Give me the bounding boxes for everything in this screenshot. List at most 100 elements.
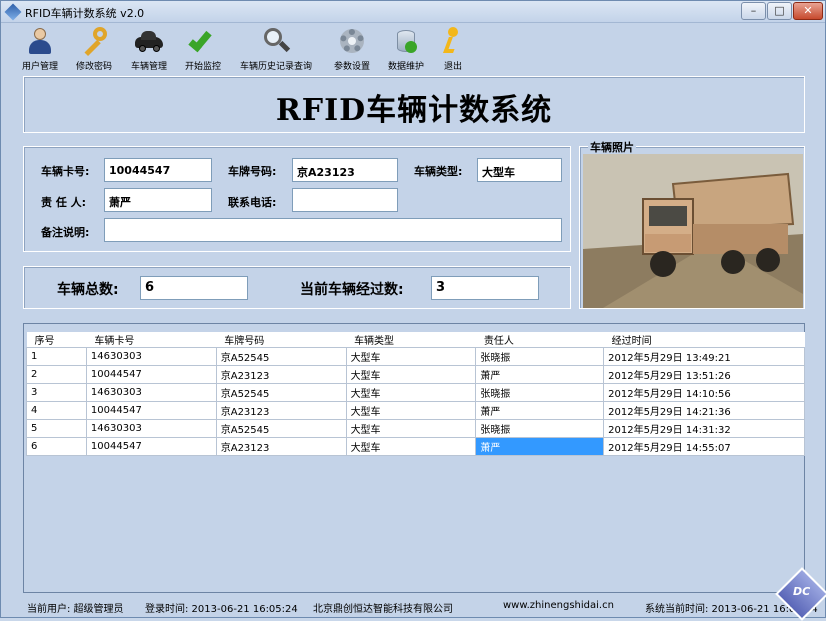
grid-cell[interactable]: 6 [26,437,87,456]
toolbar-label: 开始监控 [184,62,221,72]
table-row[interactable]: 3 14630303 京A52545 大型车 张晓振 2012年5月29日 14… [26,383,805,402]
type-label: 车辆类型: [414,165,463,178]
grid-cell[interactable]: 京A23123 [215,437,347,456]
gear-icon [337,27,367,55]
vehicle-info-panel: 车辆卡号: 10044547 车牌号码: 京A23123 车辆类型: 大型车 责… [23,146,571,252]
card-field[interactable]: 10044547 [104,158,212,182]
grid-cell[interactable]: 大型车 [345,419,477,438]
grid-cell[interactable]: 5 [26,419,87,438]
grid-header[interactable]: 车牌号码 [216,332,347,348]
logo-text: DC [793,585,811,598]
app-icon [4,3,22,21]
grid-header[interactable]: 车辆卡号 [86,332,217,348]
app-window: RFID车辆计数系统 v2.0 – □ ✕ 用户管理 修改密码 车辆管理 开始监… [0,0,826,621]
current-count-field[interactable]: 3 [431,276,539,300]
toolbar-label: 车辆历史记录查询 [239,62,312,72]
grid-cell[interactable]: 萧严 [475,365,605,384]
records-grid: 序号 车辆卡号 车牌号码 车辆类型 责任人 经过时间 1 14630303 京A… [23,323,805,593]
table-row[interactable]: 1 14630303 京A52545 大型车 张晓振 2012年5月29日 13… [26,347,805,366]
records-table: 序号 车辆卡号 车牌号码 车辆类型 责任人 经过时间 1 14630303 京A… [26,332,805,456]
grid-cell[interactable]: 大型车 [345,365,477,384]
grid-cell[interactable]: 14630303 [85,383,217,402]
toolbar-label: 参数设置 [333,62,370,72]
status-website[interactable]: www.zhinengshidai.cn [503,600,614,611]
grid-cell[interactable]: 10044547 [85,365,217,384]
banner-title: RFID车辆计数系统 [275,93,553,128]
toolbar-label: 用户管理 [21,62,58,72]
grid-cell[interactable]: 京A23123 [215,401,347,420]
grid-cell[interactable]: 2012年5月29日 14:55:07 [603,437,805,456]
table-row[interactable]: 4 10044547 京A23123 大型车 萧严 2012年5月29日 14:… [26,401,805,420]
grid-cell[interactable]: 张晓振 [475,347,605,366]
grid-cell[interactable]: 京A52545 [215,419,347,438]
grid-header[interactable]: 经过时间 [603,332,805,348]
grid-cell[interactable]: 大型车 [345,383,477,402]
table-row[interactable]: 6 10044547 京A23123 大型车 萧严 2012年5月29日 14:… [26,437,805,456]
type-field[interactable]: 大型车 [477,158,562,182]
grid-cell[interactable]: 萧严 [475,401,605,420]
window-title: RFID车辆计数系统 v2.0 [25,7,145,20]
grid-cell[interactable]: 4 [26,401,87,420]
exit-icon [438,27,468,55]
count-panel: 车辆总数: 6 当前车辆经过数: 3 [23,266,571,309]
plate-field[interactable]: 京A23123 [292,158,398,182]
grid-cell-selected[interactable]: 萧严 [475,437,605,456]
grid-cell[interactable]: 京A23123 [215,365,347,384]
database-icon [391,27,421,55]
grid-header[interactable]: 序号 [26,332,87,348]
grid-cell[interactable]: 大型车 [345,437,477,456]
vehicle-photo [583,154,803,308]
grid-cell[interactable]: 3 [26,383,87,402]
grid-cell[interactable]: 2012年5月29日 14:21:36 [603,401,805,420]
grid-header[interactable]: 责任人 [475,332,604,348]
grid-cell[interactable]: 2012年5月29日 13:51:26 [603,365,805,384]
table-row[interactable]: 5 14630303 京A52545 大型车 张晓振 2012年5月29日 14… [26,419,805,438]
user-icon [25,27,55,55]
car-icon [134,27,164,55]
grid-cell[interactable]: 大型车 [345,347,477,366]
toolbar-label: 修改密码 [75,62,112,72]
parameter-settings-button[interactable]: 参数设置 [327,27,377,73]
grid-cell[interactable]: 14630303 [85,347,217,366]
owner-field[interactable]: 萧严 [104,188,212,212]
check-icon [188,27,218,55]
table-row[interactable]: 2 10044547 京A23123 大型车 萧严 2012年5月29日 13:… [26,365,805,384]
grid-cell[interactable]: 10044547 [85,401,217,420]
grid-cell[interactable]: 2012年5月29日 14:10:56 [603,383,805,402]
total-count-field[interactable]: 6 [140,276,248,300]
toolbar-label: 车辆管理 [130,62,167,72]
grid-cell[interactable]: 14630303 [85,419,217,438]
current-count-label: 当前车辆经过数: [300,282,404,298]
grid-header[interactable]: 车辆类型 [346,332,476,348]
grid-cell[interactable]: 10044547 [85,437,217,456]
phone-field[interactable] [292,188,398,212]
phone-label: 联系电话: [228,196,277,209]
grid-cell[interactable]: 大型车 [345,401,477,420]
vehicle-management-button[interactable]: 车辆管理 [124,27,174,73]
user-management-button[interactable]: 用户管理 [15,27,65,73]
status-login-time: 登录时间: 2013-06-21 16:05:24 [145,604,298,615]
grid-cell[interactable]: 1 [26,347,87,366]
total-count-label: 车辆总数: [57,282,119,298]
grid-cell[interactable]: 2 [26,365,87,384]
note-field[interactable] [104,218,562,242]
key-icon [79,27,109,56]
exit-button[interactable]: 退出 [435,27,471,73]
maximize-button[interactable]: □ [767,2,792,20]
data-maintenance-button[interactable]: 数据维护 [381,27,431,73]
grid-cell[interactable]: 2012年5月29日 14:31:32 [603,419,805,438]
grid-cell[interactable]: 京A52545 [215,347,347,366]
grid-cell[interactable]: 京A52545 [215,383,347,402]
grid-cell[interactable]: 张晓振 [475,383,605,402]
note-label: 备注说明: [41,226,90,239]
close-button[interactable]: ✕ [793,2,823,20]
vehicle-photo-panel: 车辆照片 [579,139,805,309]
history-query-button[interactable]: 车辆历史记录查询 [233,27,319,73]
status-company: 北京鼎创恒达智能科技有限公司 [313,604,453,615]
start-monitor-button[interactable]: 开始监控 [178,27,228,73]
change-password-button[interactable]: 修改密码 [69,27,119,73]
grid-cell[interactable]: 张晓振 [475,419,605,438]
minimize-button[interactable]: – [741,2,766,20]
grid-cell[interactable]: 2012年5月29日 13:49:21 [603,347,805,366]
toolbar-label: 数据维护 [387,62,424,72]
